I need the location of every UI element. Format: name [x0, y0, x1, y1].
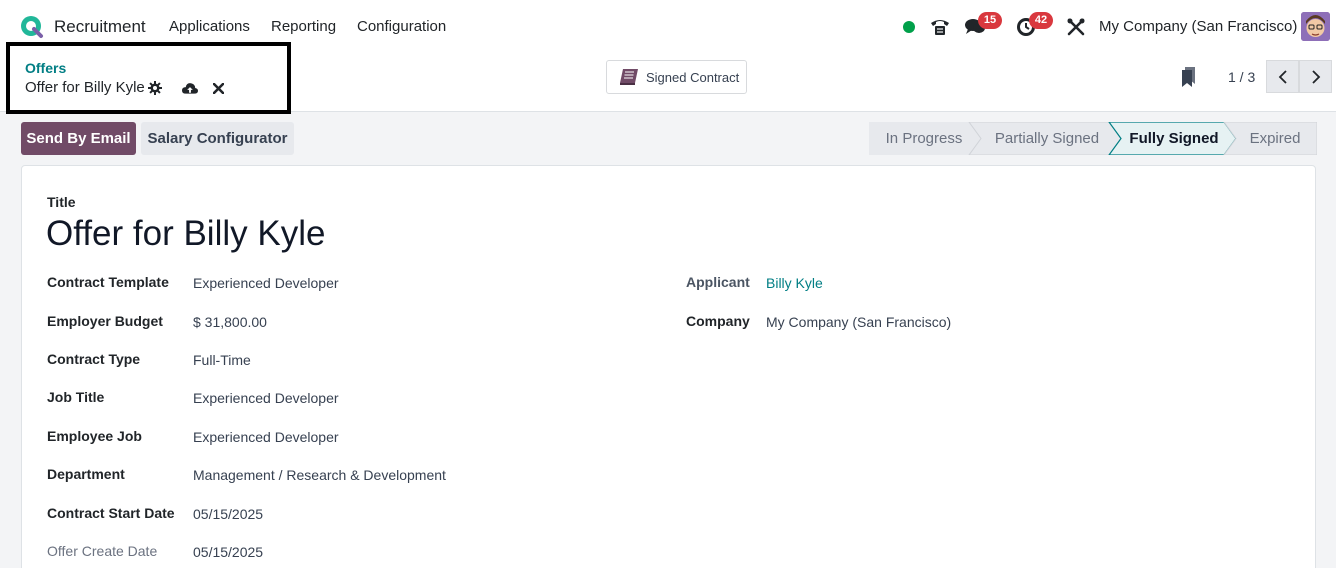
applicant-label: Applicant [686, 274, 750, 290]
contract-type-label: Contract Type [47, 351, 141, 367]
stage-fully-signed[interactable]: Fully Signed [1121, 122, 1227, 155]
job-title-field[interactable]: Experienced Developer [193, 390, 339, 406]
stage-in-progress[interactable]: In Progress [869, 122, 979, 155]
contract-type-field[interactable]: Full-Time [193, 352, 251, 368]
menu-reporting[interactable]: Reporting [271, 18, 336, 35]
contract-template-field[interactable]: Experienced Developer [193, 275, 339, 291]
chevron-left-icon [1278, 69, 1287, 84]
book-icon [620, 69, 638, 85]
menu-applications[interactable]: Applications [169, 18, 250, 35]
breadcrumb-highlight-box [6, 42, 291, 114]
send-by-email-button[interactable]: Send By Email [21, 122, 136, 155]
chevron-right-icon [1311, 69, 1320, 84]
contract-start-date-label: Contract Start Date [47, 505, 175, 521]
messages-count-badge: 15 [978, 12, 1002, 29]
gear-icon[interactable] [147, 80, 163, 96]
signed-contract-label: Signed Contract [646, 69, 740, 85]
discard-close-icon[interactable] [210, 80, 226, 96]
company-field[interactable]: My Company (San Francisco) [766, 314, 951, 330]
offer-create-date-label: Offer Create Date [47, 543, 158, 559]
company-switcher[interactable]: My Company (San Francisco) [1099, 18, 1297, 35]
signed-contract-button[interactable]: Signed Contract [606, 60, 747, 94]
breadcrumb-parent-link[interactable]: Offers [25, 60, 66, 76]
tools-icon[interactable] [1063, 14, 1089, 40]
pager-previous-button[interactable] [1266, 60, 1299, 93]
employee-job-label: Employee Job [47, 428, 142, 444]
offer-create-date-field: 05/15/2025 [193, 544, 264, 560]
department-field[interactable]: Management / Research & Development [193, 467, 446, 483]
contract-template-label: Contract Template [47, 274, 169, 290]
employer-budget-field[interactable]: $ 31,800.00 [193, 314, 267, 330]
user-avatar[interactable] [1301, 12, 1330, 41]
activities-count-badge: 42 [1029, 12, 1053, 29]
status-dot-icon[interactable] [896, 14, 922, 40]
applicant-link[interactable]: Billy Kyle [766, 275, 823, 291]
phone-icon[interactable] [927, 14, 953, 40]
employee-job-field[interactable]: Experienced Developer [193, 429, 339, 445]
title-input[interactable]: Offer for Billy Kyle [46, 214, 325, 254]
contract-start-date-field[interactable]: 05/15/2025 [193, 506, 263, 522]
bookmarks-icon[interactable] [1180, 66, 1198, 88]
recruitment-app-icon[interactable] [19, 14, 45, 40]
pager-value[interactable]: 1 / 3 [1228, 69, 1255, 85]
company-label: Company [686, 313, 750, 329]
employer-budget-label: Employer Budget [47, 313, 163, 329]
app-name[interactable]: Recruitment [54, 17, 146, 37]
stage-partially-signed[interactable]: Partially Signed [981, 122, 1113, 155]
job-title-label: Job Title [47, 389, 105, 405]
menu-configuration[interactable]: Configuration [357, 18, 446, 35]
stage-expired[interactable]: Expired [1235, 122, 1315, 155]
title-label: Title [47, 194, 76, 210]
cloud-upload-icon[interactable] [182, 80, 198, 96]
department-label: Department [47, 466, 125, 482]
pager-next-button[interactable] [1299, 60, 1332, 93]
breadcrumb-current: Offer for Billy Kyle [25, 79, 145, 96]
salary-configurator-button[interactable]: Salary Configurator [141, 122, 294, 155]
